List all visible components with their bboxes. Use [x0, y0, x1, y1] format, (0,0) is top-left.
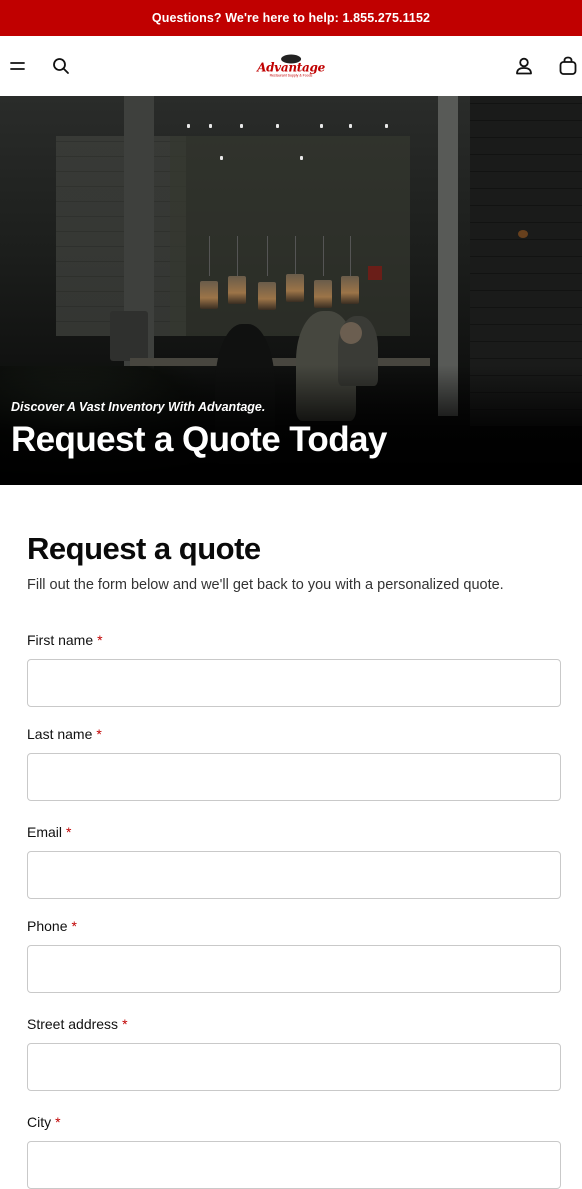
account-button[interactable] [512, 54, 536, 78]
street-address-input[interactable] [27, 1043, 561, 1091]
required-marker: * [122, 1016, 128, 1032]
last-name-field: Last name * [27, 725, 561, 801]
last-name-input[interactable] [27, 753, 561, 801]
shopping-bag-icon [559, 56, 577, 75]
last-name-label: Last name * [27, 726, 102, 742]
announcement-bar: Questions? We're here to help: 1.855.275… [0, 0, 582, 36]
required-marker: * [97, 632, 103, 648]
required-marker: * [55, 1114, 61, 1130]
city-input[interactable] [27, 1141, 561, 1189]
hero-banner: Discover A Vast Inventory With Advantage… [0, 96, 582, 485]
phone-input[interactable] [27, 945, 561, 993]
first-name-field: First name * [27, 631, 561, 707]
street-address-field: Street address * [27, 1015, 561, 1091]
quote-form: Request a quote Fill out the form below … [0, 529, 582, 1189]
site-logo[interactable]: Advantage Restaurant Supply & Foods [257, 54, 325, 78]
search-icon [53, 58, 69, 74]
street-address-label: Street address * [27, 1016, 128, 1032]
city-label: City * [27, 1114, 61, 1130]
phone-field: Phone * [27, 917, 561, 993]
required-marker: * [66, 824, 72, 840]
email-label: Email * [27, 824, 72, 840]
city-field: City * [27, 1113, 561, 1189]
announcement-text: Questions? We're here to help: 1.855.275… [151, 11, 431, 25]
hamburger-icon [10, 62, 25, 70]
logo-tagline: Restaurant Supply & Foods [269, 73, 313, 78]
email-field: Email * [27, 823, 561, 899]
cart-button[interactable] [556, 54, 580, 78]
form-subtitle: Fill out the form below and we'll get ba… [27, 577, 504, 593]
first-name-input[interactable] [27, 659, 561, 707]
hero-headline: Request a Quote Today [11, 420, 387, 459]
required-marker: * [71, 918, 77, 934]
required-marker: * [96, 726, 102, 742]
form-title: Request a quote [27, 531, 261, 566]
menu-button[interactable] [6, 54, 30, 78]
hero-eyebrow: Discover A Vast Inventory With Advantage… [11, 400, 266, 414]
user-icon [516, 57, 532, 75]
search-button[interactable] [49, 54, 73, 78]
first-name-label: First name * [27, 632, 103, 648]
email-input[interactable] [27, 851, 561, 899]
phone-label: Phone * [27, 918, 77, 934]
logo-text: Advantage [257, 60, 325, 75]
site-header: Advantage Restaurant Supply & Foods [0, 36, 582, 96]
